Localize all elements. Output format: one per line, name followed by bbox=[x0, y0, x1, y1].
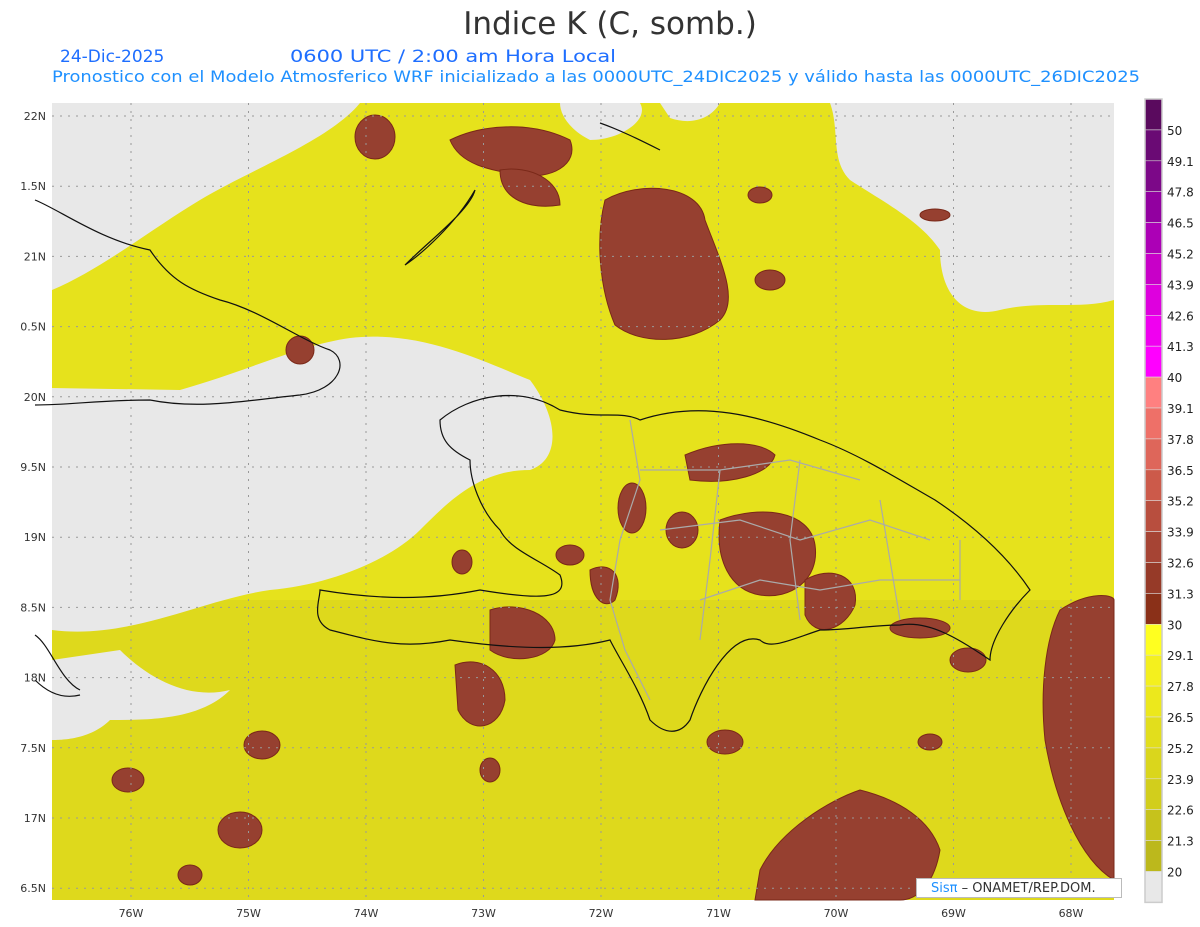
colorbar-swatch bbox=[1144, 376, 1163, 409]
colorbar-label: 30 bbox=[1167, 618, 1182, 632]
colorbar-label: 26.5 bbox=[1167, 711, 1194, 725]
colorbar-swatch bbox=[1144, 129, 1163, 162]
longitude-labels: 76W 75W 74W 73W 72W 71W 70W 69W 68W bbox=[119, 907, 1084, 920]
colorbar-label: 40 bbox=[1167, 371, 1182, 385]
forecast-subtitle: Pronostico con el Modelo Atmosferico WRF… bbox=[52, 67, 1140, 87]
lon-label: 73W bbox=[471, 907, 496, 920]
colorbar-swatch bbox=[1144, 191, 1163, 223]
lat-label: 8.5N bbox=[20, 601, 46, 614]
map-title: Indice K (C, somb.) bbox=[463, 6, 757, 42]
lat-label: 17N bbox=[24, 812, 46, 825]
colorbar-swatch bbox=[1144, 407, 1163, 440]
colorbar-swatch bbox=[1144, 160, 1163, 193]
colorbar-swatch bbox=[1144, 778, 1163, 810]
credit-org: – ONAMET/REP.DOM. bbox=[961, 881, 1096, 896]
colorbar-swatch bbox=[1144, 500, 1163, 532]
lat-label: 20N bbox=[24, 391, 46, 404]
lat-label: 9.5N bbox=[20, 461, 46, 474]
lon-label: 68W bbox=[1059, 907, 1084, 920]
colorbar-swatch bbox=[1144, 593, 1163, 625]
colorbar-label: 27.8 bbox=[1167, 680, 1194, 694]
colorbar-label: 23.9 bbox=[1167, 773, 1194, 787]
colorbar-swatch bbox=[1144, 562, 1163, 594]
colorbar-swatch bbox=[1144, 716, 1163, 749]
colorbar-label: 45.2 bbox=[1167, 248, 1194, 262]
colorbar-label: 41.3 bbox=[1167, 340, 1194, 354]
colorbar-swatch bbox=[1144, 98, 1163, 131]
lat-label: 6.5N bbox=[20, 882, 46, 895]
colorbar-label: 47.8 bbox=[1167, 186, 1194, 200]
lat-label: 19N bbox=[24, 531, 46, 544]
lat-label: 22N bbox=[24, 110, 46, 123]
colorbar-label: 37.8 bbox=[1167, 433, 1194, 447]
lat-label: 0.5N bbox=[20, 321, 46, 334]
lon-label: 74W bbox=[354, 907, 379, 920]
colorbar-swatch bbox=[1144, 222, 1163, 254]
lat-label: 7.5N bbox=[20, 742, 46, 755]
lon-label: 70W bbox=[824, 907, 849, 920]
lon-label: 69W bbox=[941, 907, 966, 920]
colorbar-label: 25.2 bbox=[1167, 742, 1194, 756]
colorbar-label: 20 bbox=[1167, 866, 1182, 880]
colorbar-swatch bbox=[1144, 747, 1163, 780]
colorbar-label: 35.2 bbox=[1167, 495, 1194, 509]
latitude-labels: 22N 1.5N 21N 0.5N 20N 9.5N 19N 8.5N 18N 7.5N 17N 6.… bbox=[20, 110, 46, 895]
map-figure: Indice K (C, somb.) 24-Dic-2025 0600 UTC… bbox=[20, 6, 1194, 920]
map-plot-area bbox=[34, 103, 1115, 901]
colorbar-label: 50 bbox=[1167, 124, 1182, 138]
colorbar-label: 21.3 bbox=[1167, 835, 1194, 849]
lon-label: 75W bbox=[236, 907, 261, 920]
lon-label: 76W bbox=[119, 907, 144, 920]
colorbar-label: 46.5 bbox=[1167, 217, 1194, 231]
forecast-time: 0600 UTC / 2:00 am Hora Local bbox=[290, 47, 616, 67]
colorbar-swatch bbox=[1144, 871, 1163, 903]
colorbar-swatch bbox=[1144, 623, 1163, 656]
colorbar: 50 49.1 47.8 46.5 45.2 43.9 42.6 41.3 40 39.1 37.8… bbox=[1144, 98, 1194, 904]
colorbar-swatch bbox=[1144, 654, 1163, 687]
colorbar-swatch bbox=[1144, 438, 1163, 471]
colorbar-label: 22.6 bbox=[1167, 804, 1194, 818]
colorbar-label: 36.5 bbox=[1167, 464, 1194, 478]
colorbar-label: 43.9 bbox=[1167, 278, 1194, 292]
credit-box: Sisπ – ONAMET/REP.DOM. bbox=[916, 878, 1122, 898]
lat-label: 18N bbox=[24, 672, 46, 685]
forecast-date: 24-Dic-2025 bbox=[60, 47, 164, 67]
credit-brand: Sisπ bbox=[931, 881, 958, 896]
colorbar-label: 32.6 bbox=[1167, 557, 1194, 571]
colorbar-swatch bbox=[1144, 469, 1163, 501]
lat-label: 21N bbox=[24, 250, 46, 263]
colorbar-swatch bbox=[1144, 253, 1163, 285]
colorbar-label: 49.1 bbox=[1167, 155, 1194, 169]
colorbar-swatch bbox=[1144, 840, 1163, 872]
colorbar-swatch bbox=[1144, 284, 1163, 316]
lon-label: 71W bbox=[706, 907, 731, 920]
lon-label: 72W bbox=[589, 907, 614, 920]
colorbar-label: 29.1 bbox=[1167, 649, 1194, 663]
colorbar-label: 33.9 bbox=[1167, 526, 1194, 540]
colorbar-swatch bbox=[1144, 345, 1163, 378]
colorbar-swatch bbox=[1144, 531, 1163, 563]
colorbar-label: 31.3 bbox=[1167, 587, 1194, 601]
colorbar-swatch bbox=[1144, 685, 1163, 718]
colorbar-swatch bbox=[1144, 314, 1163, 347]
colorbar-label: 39.1 bbox=[1167, 402, 1194, 416]
lat-label: 1.5N bbox=[20, 180, 46, 193]
colorbar-label: 42.6 bbox=[1167, 309, 1194, 323]
colorbar-swatch bbox=[1144, 809, 1163, 841]
